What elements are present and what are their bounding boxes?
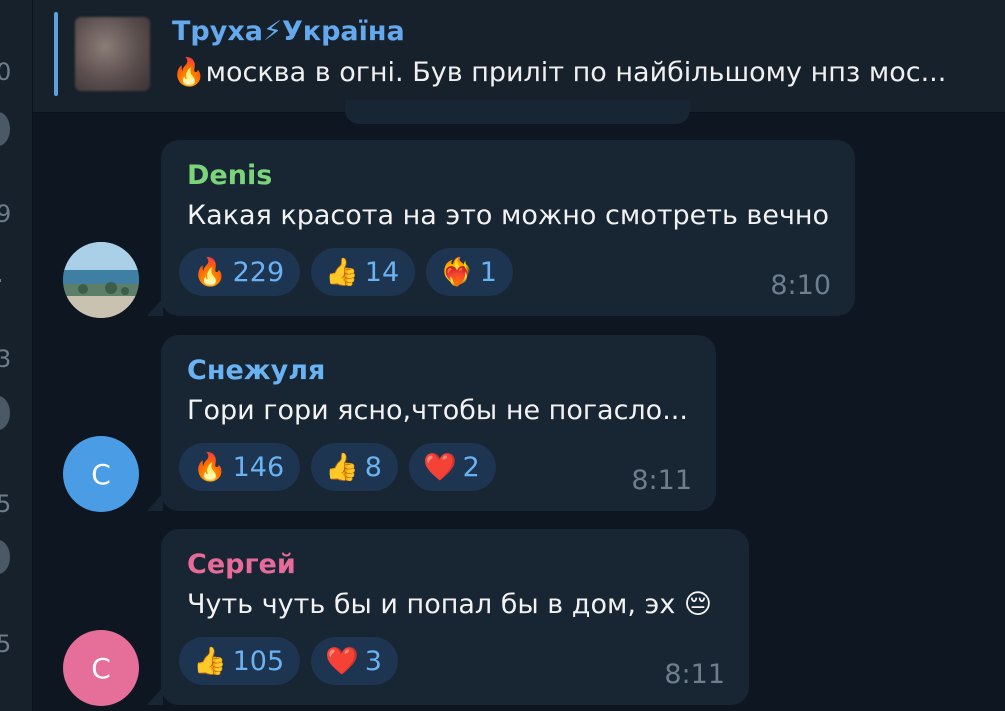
strip-avatar-edge[interactable] — [0, 396, 10, 430]
message-time: 8:11 — [664, 659, 725, 690]
reaction-count: 146 — [232, 451, 285, 483]
reaction-thumbs-up[interactable]: 👍 8 — [311, 443, 398, 491]
reaction-heart-on-fire[interactable]: ❤️‍🔥 1 — [426, 248, 513, 296]
message-text: Гори гори ясно,чтобы не погасло... — [187, 395, 688, 426]
message-time: 8:10 — [770, 270, 831, 301]
message-bubble[interactable]: Сергей Чуть чуть бы и попал бы в дом, эх… — [147, 529, 749, 705]
reaction-count: 2 — [462, 451, 480, 483]
strip-avatar-edge[interactable] — [0, 540, 10, 574]
strip-digit: 5 — [0, 630, 12, 658]
pinned-preview-text: 🔥москва в огні. Був приліт по найбільшом… — [172, 57, 947, 88]
reaction-thumbs-up[interactable]: 👍 105 — [179, 637, 301, 685]
strip-digit: 3 — [0, 345, 12, 373]
fire-icon: 🔥 — [193, 451, 227, 483]
message-author[interactable]: Сергей — [187, 549, 296, 580]
strip-digit: . — [0, 260, 4, 288]
thumbs-up-icon: 👍 — [325, 256, 359, 288]
message-text: Какая красота на это можно смотреть вечн… — [187, 200, 830, 231]
message-author[interactable]: Denis — [187, 160, 272, 191]
fire-icon: 🔥 — [193, 256, 227, 288]
message-bubble[interactable]: Снежуля Гори гори ясно,чтобы не погасло.… — [147, 335, 716, 511]
message-text: Чуть чуть бы и попал бы в дом, эх 😔 — [187, 589, 713, 620]
reaction-fire[interactable]: 🔥 146 — [179, 443, 301, 491]
avatar-letter: С — [91, 457, 111, 491]
heart-icon: ❤️ — [422, 451, 457, 483]
avatar[interactable]: С — [63, 436, 139, 512]
avatar[interactable] — [63, 242, 139, 318]
reactions-row: 🔥 229 👍 14 ❤️‍🔥 1 — [179, 248, 513, 296]
reaction-count: 14 — [364, 256, 400, 288]
reaction-count: 8 — [364, 451, 382, 483]
bubble-tail — [147, 687, 163, 705]
pinned-channel-title: Труха⚡Україна — [172, 16, 405, 47]
reaction-heart[interactable]: ❤️ 2 — [408, 443, 496, 491]
bubble-tail — [147, 298, 163, 316]
reaction-fire[interactable]: 🔥 229 — [179, 248, 301, 296]
pinned-message[interactable]: Труха⚡Україна 🔥москва в огні. Був приліт… — [33, 0, 1005, 113]
reactions-row: 👍 105 ❤️ 3 — [179, 637, 398, 685]
reaction-count: 1 — [479, 256, 497, 288]
message-bubble[interactable]: Denis Какая красота на это можно смотрет… — [147, 140, 855, 316]
message-author[interactable]: Снежуля — [187, 355, 325, 386]
reaction-count: 105 — [232, 645, 285, 677]
chat-list-strip: 0 9 . 3 5 5 — [0, 0, 33, 711]
message-time: 8:11 — [631, 465, 692, 496]
thumbs-up-icon: 👍 — [193, 645, 227, 677]
strip-digit: 9 — [0, 200, 12, 228]
thumbs-up-icon: 👍 — [325, 451, 359, 483]
reaction-count: 3 — [364, 645, 382, 677]
strip-digit: 5 — [0, 490, 12, 518]
heart-on-fire-icon: ❤️‍🔥 — [440, 256, 474, 288]
reactions-row: 🔥 146 👍 8 ❤️ 2 — [179, 443, 496, 491]
reaction-heart[interactable]: ❤️ 3 — [311, 637, 398, 685]
pinned-accent-bar — [54, 12, 58, 96]
reaction-thumbs-up[interactable]: 👍 14 — [311, 248, 416, 296]
reaction-count: 229 — [232, 256, 285, 288]
previous-message-bubble — [345, 100, 690, 124]
strip-digit: 0 — [0, 58, 12, 86]
avatar[interactable]: С — [63, 630, 139, 706]
beach-photo-icon — [63, 242, 139, 318]
avatar-letter: С — [91, 651, 111, 685]
pinned-thumbnail — [75, 17, 150, 91]
bubble-tail — [147, 493, 163, 511]
heart-icon: ❤️ — [325, 645, 359, 677]
strip-avatar-edge[interactable] — [0, 112, 10, 146]
